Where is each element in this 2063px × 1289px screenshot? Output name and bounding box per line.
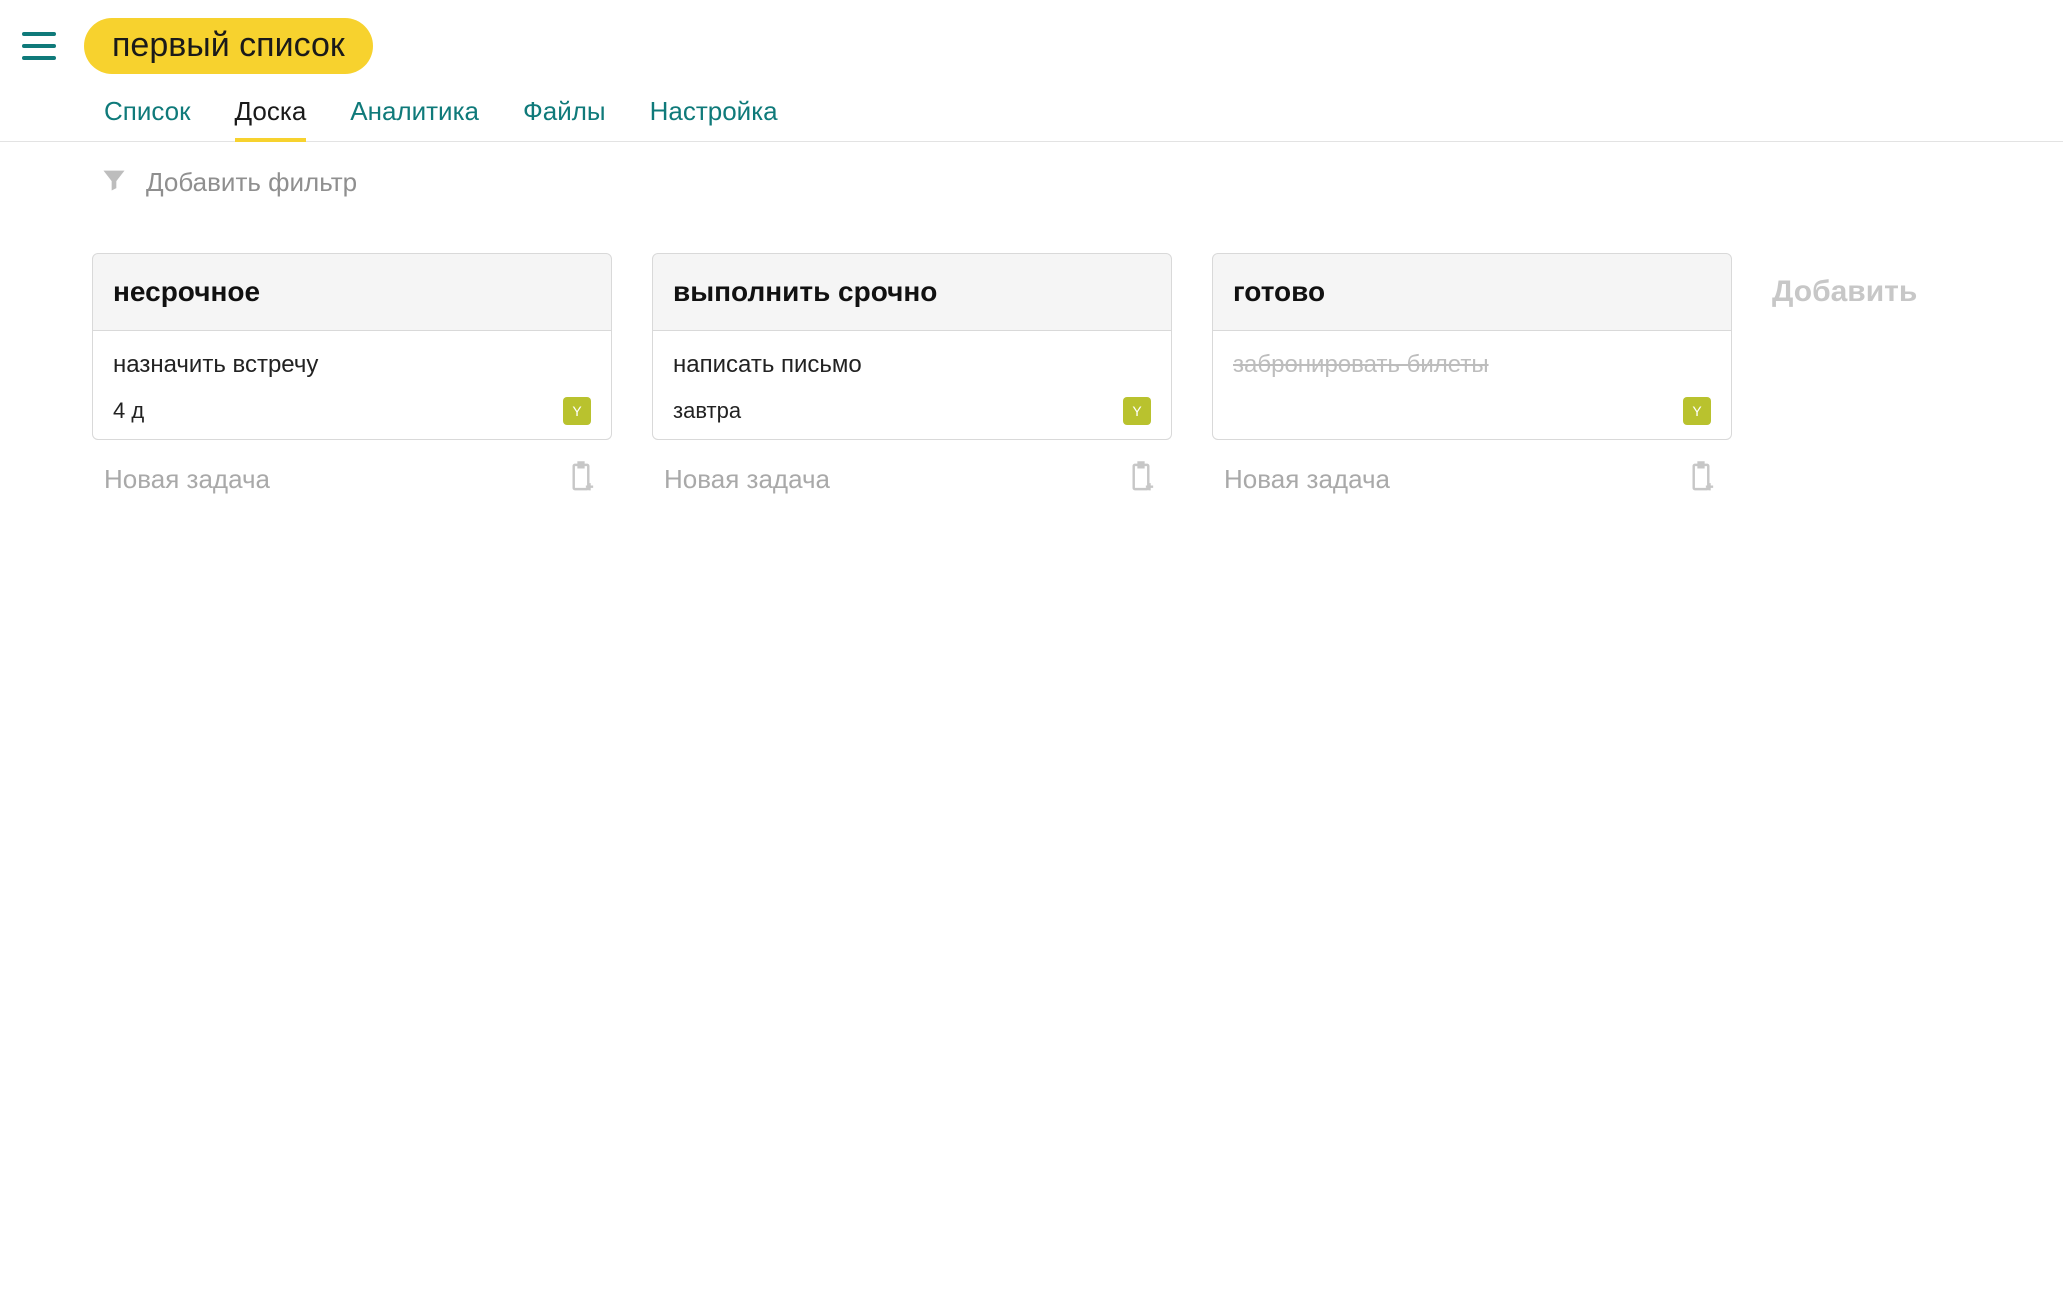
topbar: первый список (0, 0, 2063, 74)
new-task-label: Новая задача (664, 464, 830, 495)
task-footer: завтра Y (673, 397, 1151, 425)
task-footer: 4 д Y (113, 397, 591, 425)
filter-bar[interactable]: Добавить фильтр (0, 142, 2063, 199)
column-header[interactable]: готово (1212, 253, 1732, 331)
task-title: забронировать билеты (1233, 351, 1711, 379)
assignee-avatar[interactable]: Y (563, 397, 591, 425)
assignee-avatar[interactable]: Y (1683, 397, 1711, 425)
task-title: написать письмо (673, 351, 1151, 379)
clipboard-add-icon[interactable] (1126, 460, 1156, 499)
task-meta: 4 д (113, 398, 144, 424)
filter-icon (100, 166, 128, 199)
column-gotovo: готово забронировать билеты Y Новая зада… (1212, 253, 1732, 499)
new-task-row[interactable]: Новая задача (1212, 440, 1732, 499)
new-task-row[interactable]: Новая задача (92, 440, 612, 499)
task-title: назначить встречу (113, 351, 591, 379)
new-task-row[interactable]: Новая задача (652, 440, 1172, 499)
task-footer: Y (1233, 397, 1711, 425)
clipboard-add-icon[interactable] (1686, 460, 1716, 499)
task-meta: завтра (673, 398, 741, 424)
assignee-avatar[interactable]: Y (1123, 397, 1151, 425)
tab-board[interactable]: Доска (235, 96, 307, 141)
tab-list[interactable]: Список (104, 96, 191, 141)
column-vypolnit-srochno: выполнить срочно написать письмо завтра … (652, 253, 1172, 499)
task-card[interactable]: назначить встречу 4 д Y (92, 331, 612, 440)
clipboard-add-icon[interactable] (566, 460, 596, 499)
new-task-label: Новая задача (1224, 464, 1390, 495)
board: несрочное назначить встречу 4 д Y Новая … (0, 199, 2063, 499)
view-tabs: Список Доска Аналитика Файлы Настройка (0, 74, 2063, 142)
filter-placeholder: Добавить фильтр (146, 167, 357, 198)
task-card[interactable]: забронировать билеты Y (1212, 331, 1732, 440)
tab-analytics[interactable]: Аналитика (350, 96, 479, 141)
new-task-label: Новая задача (104, 464, 270, 495)
menu-icon[interactable] (22, 32, 56, 60)
add-column-button[interactable]: Добавить (1772, 253, 1917, 309)
tab-files[interactable]: Файлы (523, 96, 606, 141)
task-card[interactable]: написать письмо завтра Y (652, 331, 1172, 440)
column-header[interactable]: выполнить срочно (652, 253, 1172, 331)
tab-settings[interactable]: Настройка (650, 96, 778, 141)
column-nesrochnoe: несрочное назначить встречу 4 д Y Новая … (92, 253, 612, 499)
page-title[interactable]: первый список (84, 18, 373, 74)
column-header[interactable]: несрочное (92, 253, 612, 331)
